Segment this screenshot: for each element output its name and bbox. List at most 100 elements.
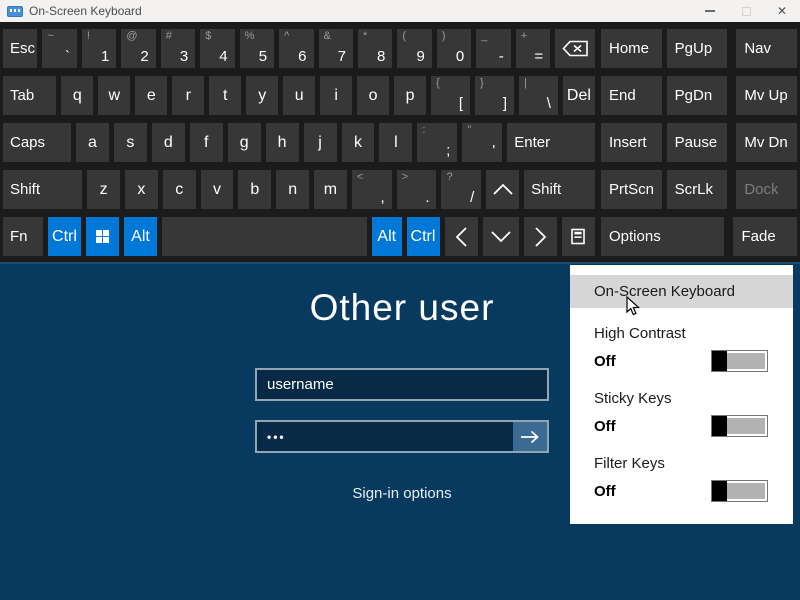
key-left-arrow[interactable] (445, 217, 478, 256)
key-up-arrow[interactable] (486, 170, 519, 209)
key-alt-right[interactable]: Alt (372, 217, 402, 256)
key-4[interactable]: $4 (200, 29, 234, 68)
key-right-arrow[interactable] (524, 217, 557, 256)
key-i[interactable]: i (320, 76, 352, 115)
key-esc[interactable]: Esc (3, 29, 37, 68)
toggle-switch[interactable] (711, 350, 768, 372)
key-l[interactable]: l (379, 123, 412, 162)
key-mv-dn[interactable]: Mv Dn (736, 123, 797, 162)
key-space[interactable] (162, 217, 367, 256)
key-ctrl-left[interactable]: Ctrl (48, 217, 81, 256)
key-6[interactable]: ^6 (279, 29, 313, 68)
maximize-button[interactable] (728, 0, 764, 22)
key-home[interactable]: Home (601, 29, 662, 68)
key-1[interactable]: !1 (82, 29, 116, 68)
key-fn[interactable]: Fn (3, 217, 43, 256)
key-options[interactable]: Options (601, 217, 724, 256)
key-comma[interactable]: <, (352, 170, 392, 209)
maximize-icon (742, 7, 751, 16)
close-icon: ✕ (777, 4, 787, 18)
key-menu-key[interactable] (562, 217, 595, 256)
key-win[interactable] (86, 217, 119, 256)
username-input[interactable] (255, 368, 549, 401)
key-g[interactable]: g (228, 123, 261, 162)
key-shift-left[interactable]: Shift (3, 170, 82, 209)
key-5[interactable]: %5 (240, 29, 274, 68)
key-s[interactable]: s (114, 123, 147, 162)
key-p[interactable]: p (394, 76, 426, 115)
key-w[interactable]: w (98, 76, 130, 115)
key-slash[interactable]: ?/ (441, 170, 481, 209)
key-del[interactable]: Del (563, 76, 595, 115)
key-tab[interactable]: Tab (3, 76, 56, 115)
key-f[interactable]: f (190, 123, 223, 162)
key-pause[interactable]: Pause (667, 123, 728, 162)
key-caps[interactable]: Caps (3, 123, 71, 162)
key-period[interactable]: >. (397, 170, 437, 209)
key-0[interactable]: )0 (437, 29, 471, 68)
key-pgup[interactable]: PgUp (667, 29, 728, 68)
key-mv-up[interactable]: Mv Up (736, 76, 797, 115)
key-prtscn[interactable]: PrtScn (601, 170, 662, 209)
panel-groups: High ContrastOffSticky KeysOffFilter Key… (570, 325, 793, 503)
key-enter[interactable]: Enter (507, 123, 595, 162)
osk-titlebar: On-Screen Keyboard ✕ (0, 0, 800, 22)
key-dock[interactable]: Dock (736, 170, 797, 209)
key-ctrl-right[interactable]: Ctrl (407, 217, 440, 256)
key-u[interactable]: u (283, 76, 315, 115)
key-c[interactable]: c (163, 170, 196, 209)
signin-options-link[interactable]: Sign-in options (255, 485, 549, 502)
panel-item-on-screen-keyboard[interactable]: On-Screen Keyboard (570, 275, 793, 308)
toggle-switch[interactable] (711, 480, 768, 502)
key-h[interactable]: h (266, 123, 299, 162)
key-j[interactable]: j (304, 123, 337, 162)
minimize-button[interactable] (692, 0, 728, 22)
login-column: Other user ••• Sign-in options (255, 284, 549, 502)
key-n[interactable]: n (276, 170, 309, 209)
key-t[interactable]: t (209, 76, 241, 115)
key-q[interactable]: q (61, 76, 93, 115)
key-backslash[interactable]: |\ (519, 76, 558, 115)
close-button[interactable]: ✕ (764, 0, 800, 22)
key-m[interactable]: m (314, 170, 347, 209)
key-backspace[interactable] (555, 29, 595, 68)
key-a[interactable]: a (76, 123, 109, 162)
key-o[interactable]: o (357, 76, 389, 115)
key-2[interactable]: @2 (121, 29, 155, 68)
key-r[interactable]: r (172, 76, 204, 115)
key-left-bracket[interactable]: {[ (431, 76, 470, 115)
key-insert[interactable]: Insert (601, 123, 662, 162)
key-end[interactable]: End (601, 76, 662, 115)
toggle-track (727, 353, 765, 369)
key-minus[interactable]: _- (476, 29, 510, 68)
key-right-bracket[interactable]: }] (475, 76, 514, 115)
key-quote[interactable]: "' (462, 123, 502, 162)
key-y[interactable]: y (246, 76, 278, 115)
key-semicolon[interactable]: :; (417, 123, 457, 162)
key-nav[interactable]: Nav (736, 29, 797, 68)
key-8[interactable]: *8 (358, 29, 392, 68)
key-z[interactable]: z (87, 170, 120, 209)
key-b[interactable]: b (238, 170, 271, 209)
submit-button[interactable] (513, 422, 547, 451)
key-equals[interactable]: += (516, 29, 550, 68)
key-down-arrow[interactable] (483, 217, 519, 256)
key-backtick[interactable]: ~` (42, 29, 76, 68)
key-v[interactable]: v (201, 170, 234, 209)
key-scrlk[interactable]: ScrLk (667, 170, 728, 209)
toggle-state: Off (594, 418, 616, 435)
key-x[interactable]: x (125, 170, 158, 209)
key-d[interactable]: d (152, 123, 185, 162)
key-e[interactable]: e (135, 76, 167, 115)
key-3[interactable]: #3 (161, 29, 195, 68)
key-7[interactable]: &7 (319, 29, 353, 68)
key-alt-left[interactable]: Alt (124, 217, 157, 256)
password-field[interactable]: ••• (255, 420, 549, 453)
key-pgdn[interactable]: PgDn (667, 76, 728, 115)
key-k[interactable]: k (342, 123, 375, 162)
toggle-switch[interactable] (711, 415, 768, 437)
minimize-icon (705, 10, 715, 12)
key-shift-right[interactable]: Shift (524, 170, 595, 209)
key-9[interactable]: (9 (397, 29, 431, 68)
key-fade[interactable]: Fade (733, 217, 797, 256)
